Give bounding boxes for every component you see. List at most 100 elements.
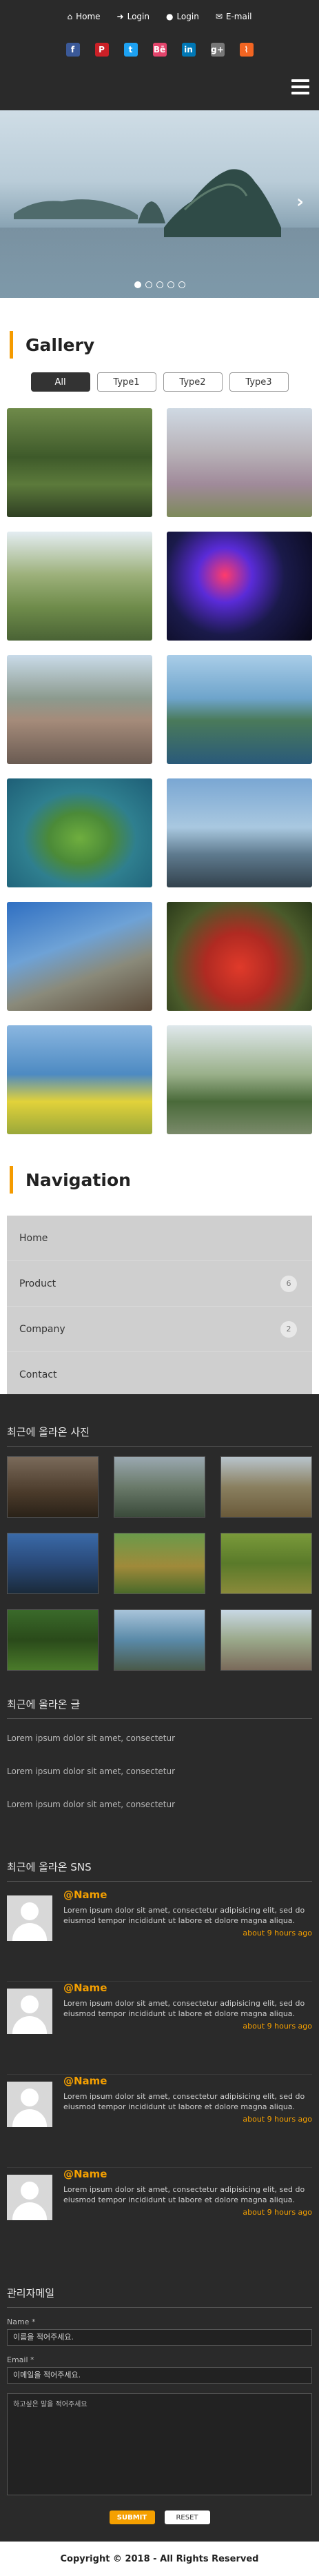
recent-photo[interactable] [114, 1609, 205, 1671]
gallery-image-coast-cliff[interactable] [167, 655, 312, 764]
nav-item-label: Product [19, 1278, 56, 1289]
user-icon: ● [165, 12, 174, 21]
filter-type2[interactable]: Type2 [163, 372, 223, 392]
sign-in-icon: ➜ [116, 12, 124, 21]
gallery-image-hill-path[interactable] [167, 408, 312, 517]
gallery-grid [7, 408, 312, 1134]
gallery-image-city[interactable] [7, 655, 152, 764]
gallery-image-mountain[interactable] [7, 902, 152, 1011]
envelope-icon: ✉ [215, 12, 223, 21]
recent-photo[interactable] [220, 1456, 312, 1518]
menu-bar [291, 79, 309, 82]
message-textarea[interactable]: 하고싶은 말을 적어주세요 [7, 2393, 312, 2495]
gallery-filters: All Type1 Type2 Type3 [0, 372, 319, 392]
sns-time: about 9 hours ago [243, 2208, 312, 2217]
gallery-image-garden[interactable] [7, 408, 152, 517]
nav-item-label: Company [19, 1323, 65, 1335]
recent-photo[interactable] [220, 1609, 312, 1671]
copyright-text: Copyright © 2018 - All Rights Reserved [60, 2553, 259, 2564]
nav-item-contact[interactable]: Contact [7, 1352, 312, 1398]
behance-icon[interactable]: Bē [152, 43, 167, 57]
menu-bar [291, 92, 309, 94]
gallery-heading: Gallery [10, 331, 319, 359]
navigation-section: Navigation Home Product 6 Company 2 Cont… [0, 1134, 319, 1398]
email-input[interactable]: 이메일을 적어주세요. [7, 2367, 312, 2384]
recent-photo[interactable] [7, 1456, 99, 1518]
gallery-image-stone-path[interactable] [7, 532, 152, 641]
top-link-label: Home [76, 12, 101, 21]
filter-all[interactable]: All [30, 372, 90, 392]
recent-photo[interactable] [114, 1456, 205, 1518]
recent-photo[interactable] [114, 1533, 205, 1594]
slider-island-small [138, 201, 165, 223]
divider [7, 2307, 312, 2308]
sns-text: Lorem ipsum dolor sit amet, consectetur … [63, 2092, 305, 2111]
slider-dot[interactable] [156, 281, 163, 288]
top-link-email[interactable]: ✉ E-mail [216, 12, 252, 21]
google-plus-icon[interactable]: g+ [210, 43, 225, 57]
sns-author[interactable]: @Name [63, 2168, 312, 2180]
recent-sns-title: 최근에 올라온 SNS [7, 1861, 92, 1873]
copyright-footer: Copyright © 2018 - All Rights Reserved [0, 2542, 319, 2576]
gallery-image-bridge[interactable] [7, 1025, 152, 1134]
nav-item-home[interactable]: Home [7, 1216, 312, 1261]
gallery-image-tower[interactable] [167, 778, 312, 887]
pinterest-icon[interactable]: P [94, 43, 109, 57]
slider-next-icon[interactable]: › [296, 192, 304, 212]
gallery-image-island[interactable] [7, 778, 152, 887]
sns-item: @Name Lorem ipsum dolor sit amet, consec… [0, 2075, 319, 2168]
sns-time: about 9 hours ago [243, 2022, 312, 2031]
hero-slider[interactable]: › [0, 110, 319, 298]
contact-form-title: 관리자메일 [7, 2287, 55, 2300]
recent-post-link[interactable]: Lorem ipsum dolor sit amet, consectetur [0, 1788, 319, 1821]
slider-dot[interactable] [134, 281, 141, 288]
gallery-image-fireworks[interactable] [167, 532, 312, 641]
slider-island-main [164, 169, 281, 237]
recent-photos-title: 최근에 올라온 사진 [7, 1426, 90, 1438]
recent-photo[interactable] [7, 1533, 99, 1594]
slider-dots [0, 281, 319, 288]
dark-footer-section: 최근에 올라온 사진 최근에 올라온 글 Lorem ipsum dolor s… [0, 1394, 319, 2542]
slider-dot[interactable] [167, 281, 174, 288]
sns-text: Lorem ipsum dolor sit amet, consectetur … [63, 1906, 305, 1925]
submit-button[interactable]: SUBMIT [109, 2510, 155, 2524]
filter-type3[interactable]: Type3 [229, 372, 289, 392]
slider-island-left [14, 199, 138, 219]
rss-icon[interactable]: ⌇ [239, 43, 254, 57]
top-link-user-login[interactable]: ● Login [166, 12, 199, 21]
sns-time: about 9 hours ago [243, 2115, 312, 2124]
sns-time: about 9 hours ago [243, 1929, 312, 1938]
top-link-home[interactable]: ⌂ Home [67, 12, 100, 21]
heading-accent-bar [10, 1166, 13, 1194]
gallery-image-tree[interactable] [167, 1025, 312, 1134]
sns-author[interactable]: @Name [63, 1982, 312, 1994]
count-badge: 6 [280, 1275, 297, 1292]
slider-dot[interactable] [178, 281, 185, 288]
sns-author[interactable]: @Name [63, 2075, 312, 2087]
email-label: Email * [7, 2355, 34, 2364]
recent-posts-title: 최근에 올라온 글 [7, 1698, 81, 1711]
gallery-image-red-flowers[interactable] [167, 902, 312, 1011]
menu-toggle-icon[interactable] [291, 79, 309, 94]
recent-photo[interactable] [7, 1609, 99, 1671]
recent-post-link[interactable]: Lorem ipsum dolor sit amet, consectetur [0, 1755, 319, 1788]
facebook-icon[interactable]: f [65, 43, 80, 57]
nav-item-product[interactable]: Product 6 [7, 1261, 312, 1307]
name-input[interactable]: 이름을 적어주세요. [7, 2329, 312, 2346]
reset-button[interactable]: RESET [164, 2510, 210, 2524]
top-links: ⌂ Home ➜ Login ● Login ✉ E-mail [0, 12, 319, 21]
menu-bar [291, 85, 309, 88]
avatar [7, 1895, 52, 1941]
sns-author[interactable]: @Name [63, 1889, 312, 1901]
filter-type1[interactable]: Type1 [96, 372, 156, 392]
recent-photo[interactable] [220, 1533, 312, 1594]
top-link-label: Login [176, 12, 199, 21]
divider [7, 1446, 312, 1447]
slider-dot[interactable] [145, 281, 152, 288]
nav-item-company[interactable]: Company 2 [7, 1307, 312, 1352]
twitter-icon[interactable]: t [123, 43, 138, 57]
recent-post-link[interactable]: Lorem ipsum dolor sit amet, consectetur [0, 1722, 319, 1755]
avatar [7, 2175, 52, 2220]
top-link-login[interactable]: ➜ Login [117, 12, 150, 21]
linkedin-icon[interactable]: in [181, 43, 196, 57]
